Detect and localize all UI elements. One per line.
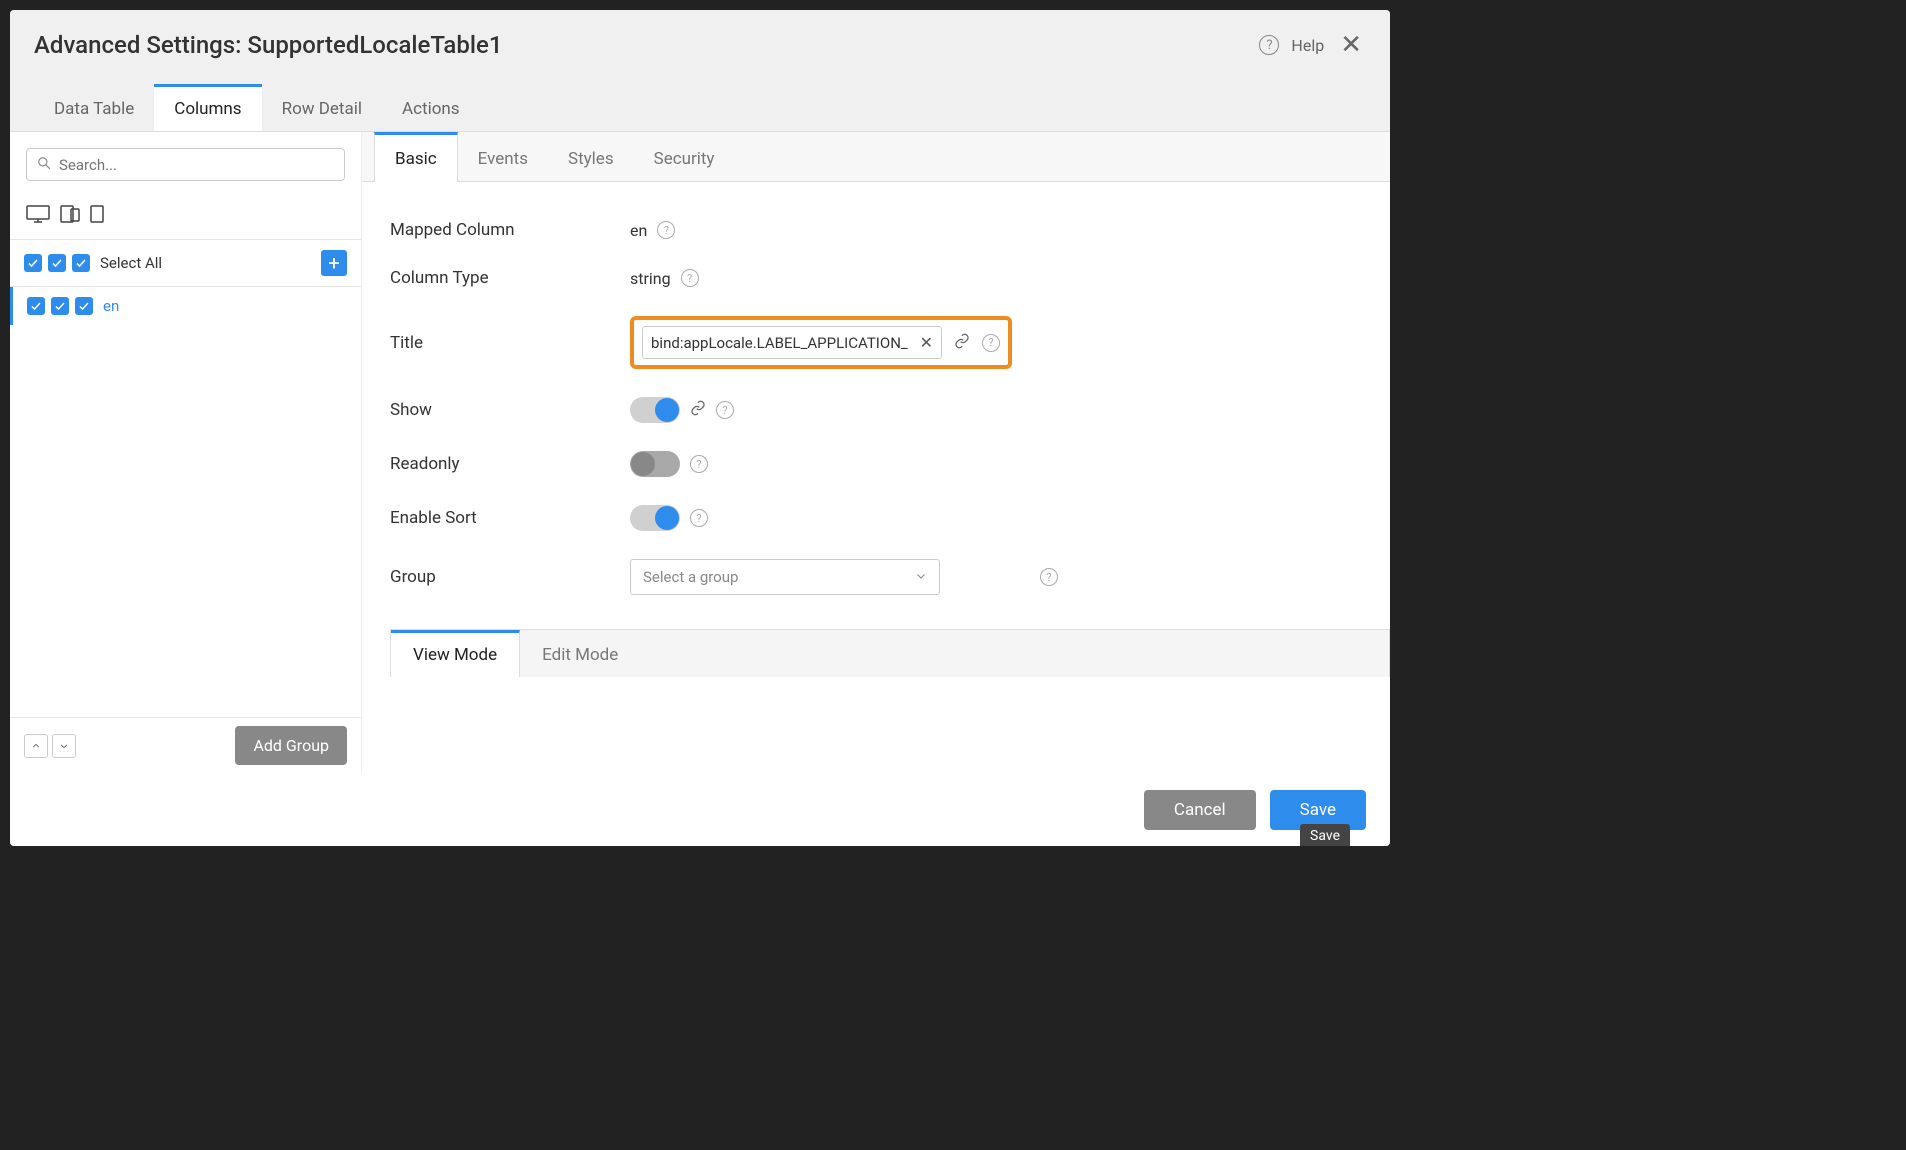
enable-sort-help-icon[interactable]: ? — [690, 509, 708, 527]
column-item-en[interactable]: en — [10, 287, 361, 325]
close-icon[interactable]: ✕ — [1336, 30, 1366, 60]
enable-sort-toggle[interactable] — [630, 505, 680, 531]
view-mode-tabs: View Mode Edit Mode — [390, 629, 1390, 677]
add-group-button[interactable]: Add Group — [235, 726, 347, 765]
title-help-icon[interactable]: ? — [982, 334, 1000, 352]
tab-view-mode[interactable]: View Mode — [391, 630, 520, 677]
tab-columns[interactable]: Columns — [154, 84, 261, 131]
group-select[interactable]: Select a group — [630, 559, 940, 595]
tab-data-table[interactable]: Data Table — [34, 84, 154, 131]
tab-row-detail[interactable]: Row Detail — [262, 84, 382, 131]
item-checkbox-2[interactable] — [51, 297, 69, 315]
columns-sidebar: Select All + en Add Group — [10, 132, 362, 773]
show-help-icon[interactable]: ? — [716, 401, 734, 419]
readonly-label: Readonly — [390, 454, 630, 474]
group-label: Group — [390, 567, 630, 587]
mapped-column-label: Mapped Column — [390, 220, 630, 240]
enable-sort-label: Enable Sort — [390, 508, 630, 528]
sidebar-footer: Add Group — [10, 717, 361, 773]
mobile-icon[interactable] — [90, 205, 104, 227]
mapped-column-help-icon[interactable]: ? — [657, 221, 675, 239]
device-icons-row — [10, 197, 361, 240]
group-help-icon[interactable]: ? — [1040, 568, 1058, 586]
tablet-icon[interactable] — [60, 205, 80, 227]
mapped-column-value: en — [630, 221, 647, 240]
desktop-icon[interactable] — [26, 205, 50, 227]
show-toggle[interactable] — [630, 397, 680, 423]
move-up-button[interactable] — [24, 734, 48, 758]
readonly-toggle[interactable] — [630, 451, 680, 477]
readonly-help-icon[interactable]: ? — [690, 455, 708, 473]
cancel-button[interactable]: Cancel — [1144, 790, 1256, 830]
title-input-value: bind:appLocale.LABEL_APPLICATION_ — [651, 334, 914, 352]
property-tabs: Basic Events Styles Security — [362, 132, 1390, 182]
content-area: Basic Events Styles Security Mapped Colu… — [362, 132, 1390, 773]
search-icon — [37, 155, 51, 174]
dialog-header: Advanced Settings: SupportedLocaleTable1… — [10, 10, 1390, 132]
title-input[interactable]: bind:appLocale.LABEL_APPLICATION_ ✕ — [642, 326, 942, 359]
search-input-wrap[interactable] — [26, 148, 345, 181]
move-down-button[interactable] — [52, 734, 76, 758]
search-input[interactable] — [59, 156, 334, 174]
title-field-highlight: bind:appLocale.LABEL_APPLICATION_ ✕ ? — [630, 316, 1012, 369]
save-tooltip: Save — [1300, 824, 1350, 846]
column-item-label: en — [103, 297, 119, 315]
tab-edit-mode[interactable]: Edit Mode — [520, 630, 640, 677]
column-type-label: Column Type — [390, 268, 630, 288]
title-label: Title — [390, 333, 630, 353]
help-link[interactable]: Help — [1291, 36, 1324, 55]
item-checkbox-1[interactable] — [27, 297, 45, 315]
group-placeholder: Select a group — [643, 568, 738, 586]
basic-form: Mapped Column en ? Column Type string ? … — [362, 182, 1390, 773]
show-bind-link-icon[interactable] — [690, 400, 706, 420]
tab-events[interactable]: Events — [458, 132, 548, 181]
advanced-settings-dialog: Advanced Settings: SupportedLocaleTable1… — [10, 10, 1390, 846]
tab-actions[interactable]: Actions — [382, 84, 480, 131]
select-all-checkbox-3[interactable] — [72, 254, 90, 272]
dialog-title: Advanced Settings: SupportedLocaleTable1 — [34, 31, 502, 59]
select-all-label: Select All — [100, 254, 162, 272]
main-tabs: Data Table Columns Row Detail Actions — [34, 84, 1366, 131]
column-type-help-icon[interactable]: ? — [681, 269, 699, 287]
dialog-footer: Cancel Save Save — [10, 773, 1390, 846]
clear-title-icon[interactable]: ✕ — [914, 333, 933, 352]
select-all-checkbox-2[interactable] — [48, 254, 66, 272]
item-checkbox-3[interactable] — [75, 297, 93, 315]
bind-link-icon[interactable] — [954, 333, 970, 353]
chevron-down-icon — [915, 568, 927, 586]
show-label: Show — [390, 400, 630, 420]
help-icon[interactable]: ? — [1259, 35, 1279, 55]
column-type-value: string — [630, 269, 671, 288]
tab-security[interactable]: Security — [634, 132, 735, 181]
tab-styles[interactable]: Styles — [548, 132, 634, 181]
tab-basic[interactable]: Basic — [374, 132, 458, 182]
select-all-checkbox-1[interactable] — [24, 254, 42, 272]
add-column-button[interactable]: + — [321, 250, 347, 276]
select-all-row: Select All + — [10, 240, 361, 287]
